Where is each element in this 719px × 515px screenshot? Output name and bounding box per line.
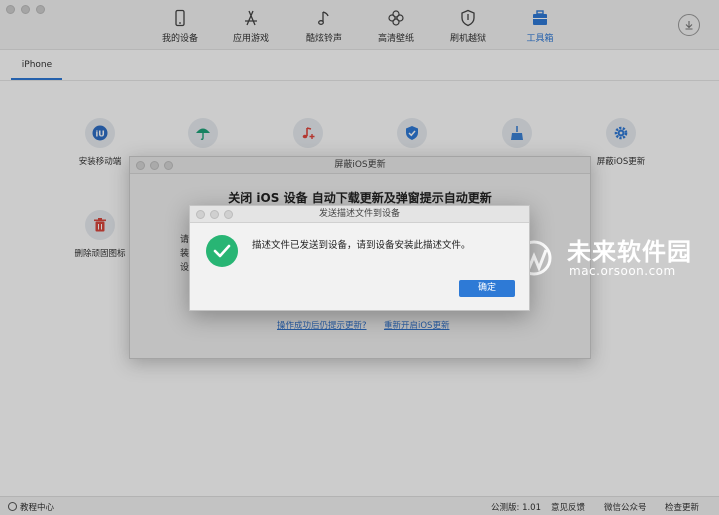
dialog-message: 描述文件已发送到设备，请到设备安装此描述文件。	[252, 240, 471, 251]
watermark: 未来软件园 mac.orsoon.com	[512, 230, 712, 285]
dialog-close-button[interactable]	[196, 210, 205, 219]
watermark-url: mac.orsoon.com	[569, 264, 676, 278]
ok-button[interactable]: 确定	[459, 280, 515, 297]
checkmark-icon	[213, 244, 231, 258]
dialog-zoom-button[interactable]	[224, 210, 233, 219]
send-profile-dialog: 发送描述文件到设备 描述文件已发送到设备，请到设备安装此描述文件。 确定	[189, 205, 530, 311]
dialog-title: 发送描述文件到设备	[190, 206, 529, 223]
watermark-title: 未来软件园	[567, 238, 692, 266]
success-check-icon	[206, 235, 238, 267]
dialog-minimize-button[interactable]	[210, 210, 219, 219]
